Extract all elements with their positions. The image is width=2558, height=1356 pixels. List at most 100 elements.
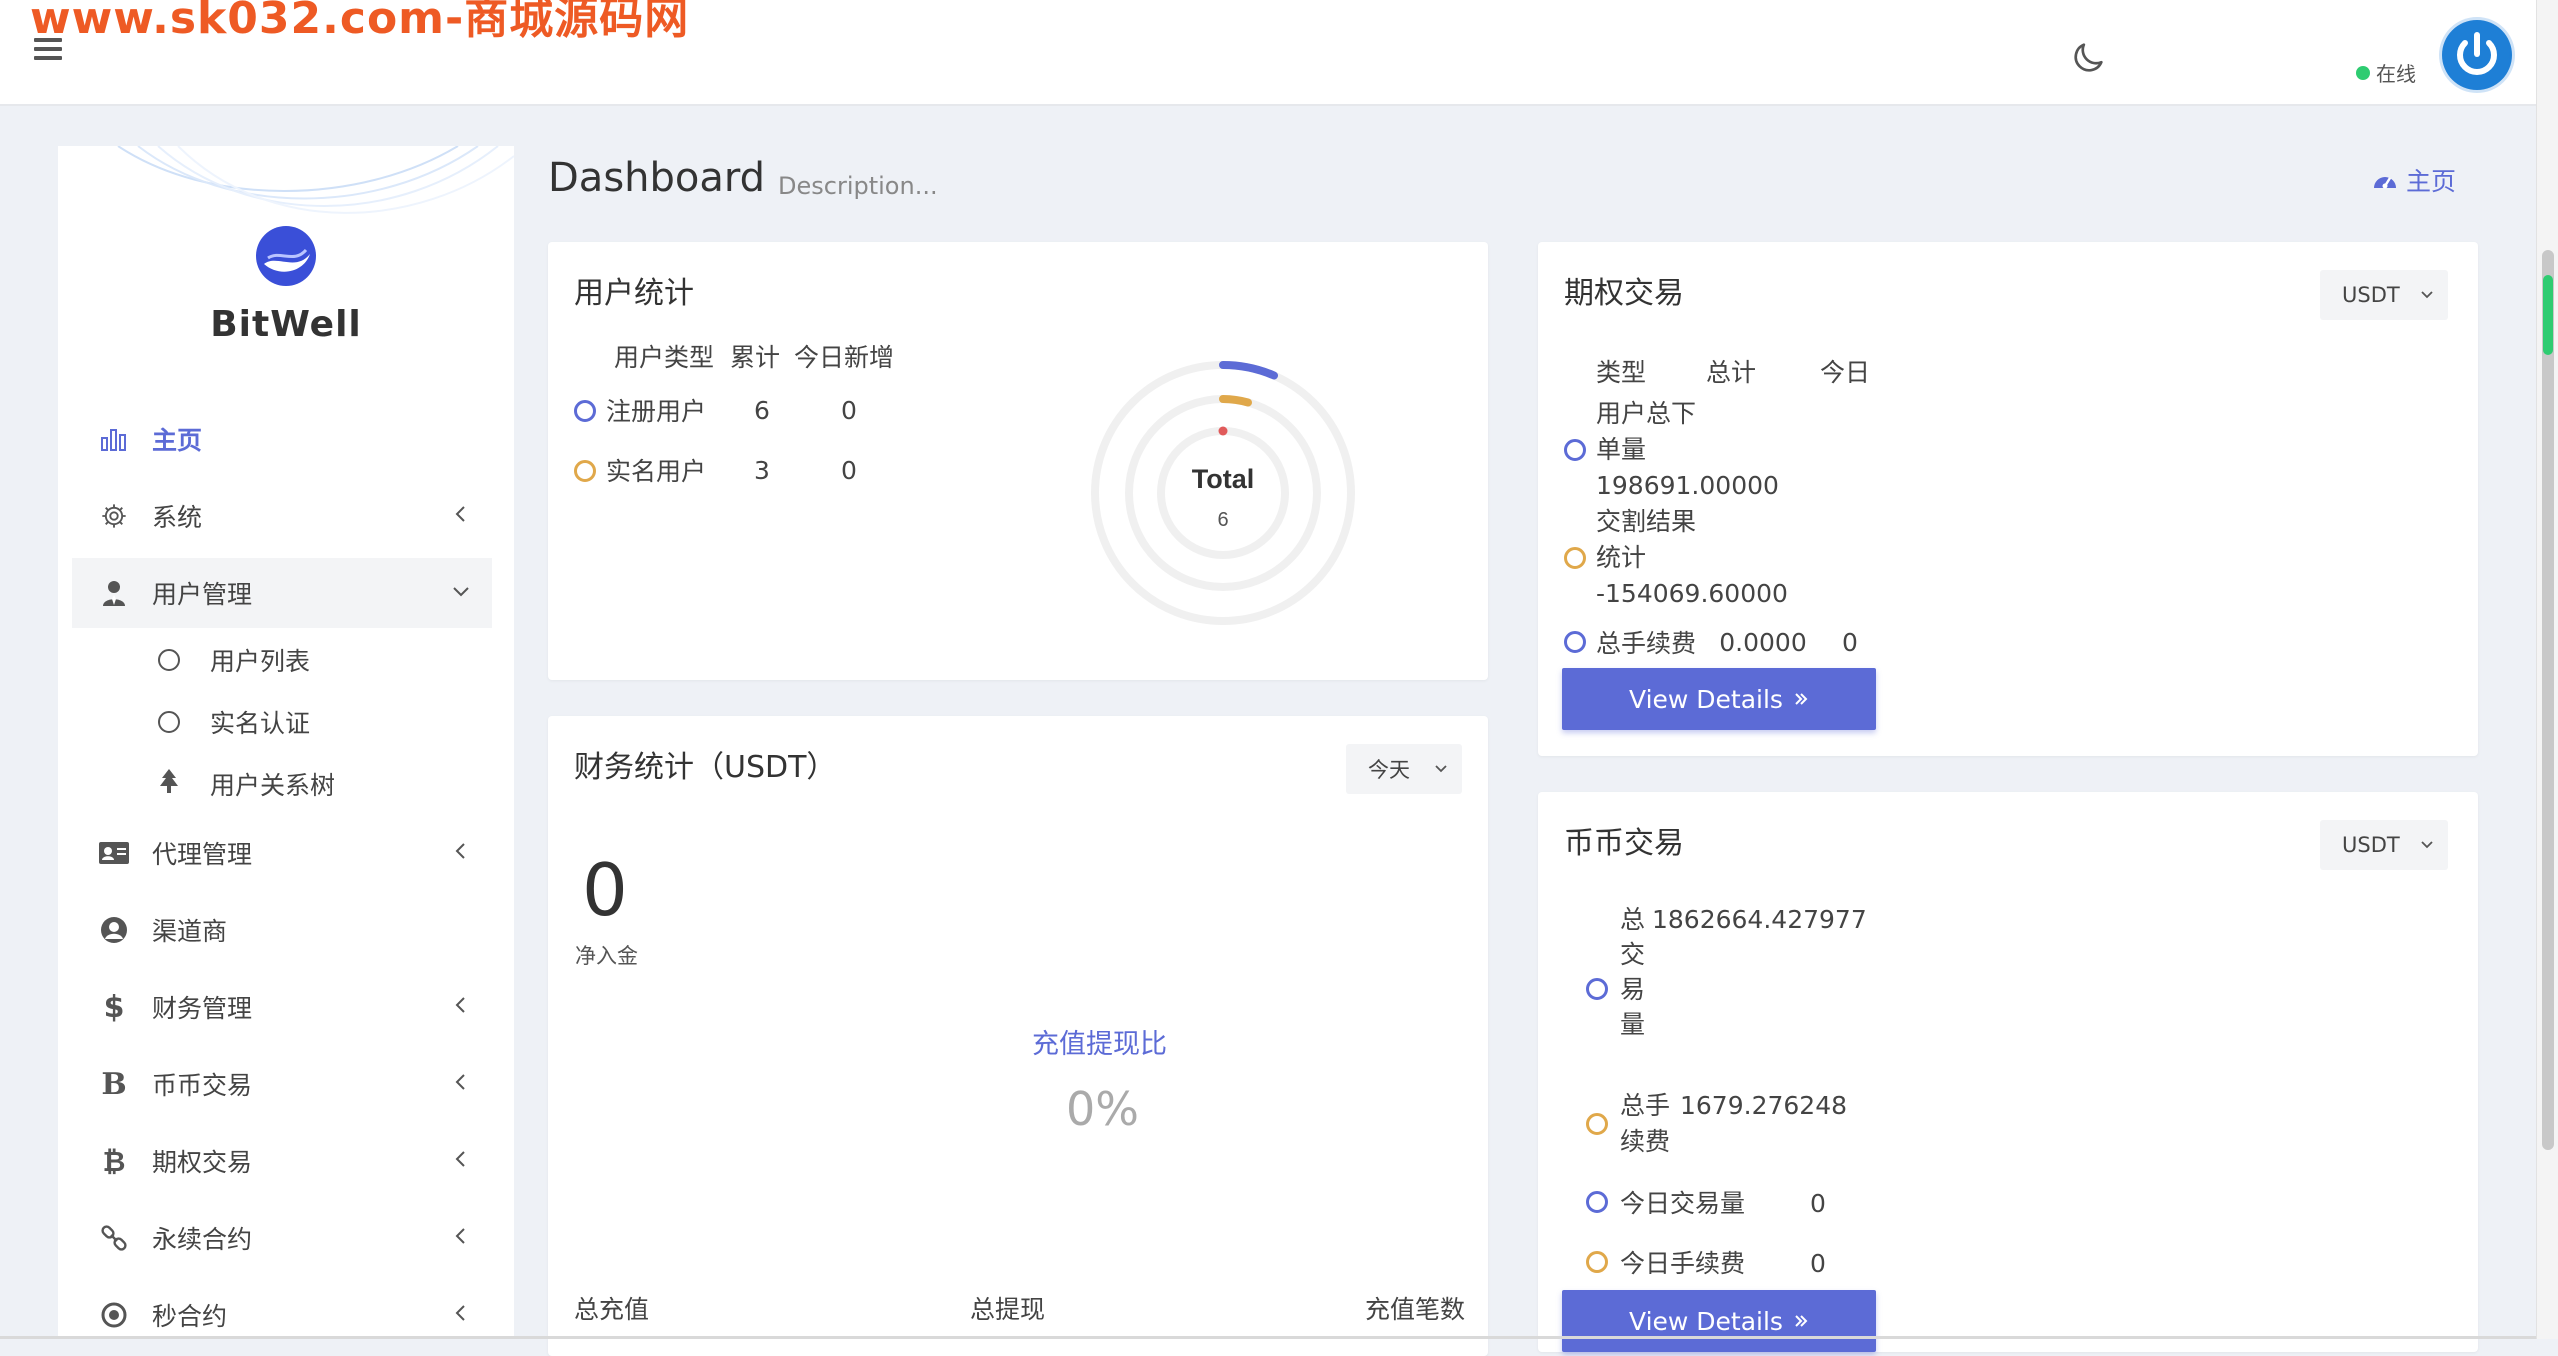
sidebar-item-finance[interactable]: $ 财务管理 [72,972,492,1042]
currency-select[interactable]: USDT [2320,820,2448,870]
sidebar-item-label: 代理管理 [152,840,253,869]
scrollbar-thumb[interactable] [2542,250,2554,1150]
letter-b-icon: B [101,1066,127,1102]
net-deposit-label: 净入金 [575,944,638,968]
bar-chart-icon [98,423,130,455]
type-cell: 总手续费 [1596,629,1697,658]
table-row: 注册用户 6 0 [574,380,904,440]
chevron-down-icon [2421,291,2433,299]
sidebar-item-label: 系统 [152,503,203,532]
column-header: 类型 [1596,358,1647,387]
breadcrumb[interactable]: 主页 [2372,162,2456,198]
chevron-down-icon [453,587,469,597]
chart-arc-registered [1219,360,1278,380]
online-status: 在线 [2356,58,2416,87]
online-status-label: 在线 [2376,62,2416,86]
top-navbar: www.sk032.com-商城源码网 在线 [0,0,2536,106]
user-stats-card: 用户统计 用户类型 累计 今日新增 注册用户 6 0 实名用户 3 0 Tota… [548,242,1488,680]
legend-ring-icon [1586,977,1608,1000]
user-circle-icon [98,914,130,946]
sidebar-item-options-trading[interactable]: ₿ 期权交易 [72,1126,492,1196]
circle-icon [158,711,180,733]
column-header: 今日新增 [794,343,895,372]
menu-toggle-icon[interactable] [34,38,62,60]
chevron-left-icon [455,997,465,1013]
sidebar-item-label: 渠道商 [152,917,228,946]
currency-select[interactable]: USDT [2320,270,2448,320]
legend-ring-icon [1586,1190,1608,1213]
spot-view-details-button[interactable]: View Details [1562,1290,1876,1352]
legend-ring-icon [574,400,596,422]
sidebar-item-label: 主页 [152,426,203,455]
chevron-left-icon [455,1228,465,1244]
dark-mode-moon-icon[interactable] [2068,38,2108,78]
finance-stats-card: 财务统计（USDT） 今天 [548,716,1488,1356]
total-cell: 0 [1810,1249,1826,1278]
page-description: Description... [778,172,938,200]
gear-icon [98,500,130,532]
deposit-withdraw-ratio-label: 充值提现比 [1032,1029,1167,1060]
total-cell: 3 [754,455,770,485]
legend-ring-icon [1564,546,1586,569]
button-label: View Details [1629,1306,1783,1336]
sidebar-item-spot-trading[interactable]: B 币币交易 [72,1049,492,1119]
sidebar-subitem-user-list[interactable]: 用户列表 [158,632,310,688]
chevron-left-icon [455,1151,465,1167]
watermark-text: www.sk032.com-商城源码网 [30,0,690,44]
brand-logo-icon [256,226,316,286]
double-chevron-right-icon [1795,693,1808,705]
sidebar-item-label: 永续合约 [152,1225,253,1254]
options-view-details-button[interactable]: View Details [1562,668,1876,730]
chevron-left-icon [455,1074,465,1090]
table-row: 总交易量 1862664.427977 [1586,902,1867,1076]
currency-select-value: USDT [2342,833,2400,857]
today-cell: 0 [841,395,857,425]
sidebar-item-perpetual[interactable]: 永续合约 [72,1203,492,1273]
options-table: 类型 总计 今日 用户总下单量 198691.00000 交割结果统计 -15406… [1564,346,1880,672]
legend-ring-icon [1586,1250,1608,1273]
spot-trading-card: 币币交易 USDT 总交易量 1862664.427977 总手续费 1679.2… [1538,792,2478,1352]
net-deposit-value: 0 [582,848,628,932]
total-cell: -154069.60000 [1596,579,1788,608]
sidebar-item-agent[interactable]: 代理管理 [72,818,492,888]
circle-icon [158,649,180,671]
legend-ring-icon [1564,630,1586,653]
breadcrumb-home-link[interactable]: 主页 [2406,162,2456,198]
total-cell: 6 [754,395,770,425]
column-header: 总计 [1706,358,1757,387]
sidebar-item-channel[interactable]: 渠道商 [72,895,492,965]
sidebar-subitem-user-tree[interactable]: 用户关系树 [158,756,335,812]
sidebar-item-user-management[interactable]: 用户管理 [72,558,492,628]
total-withdraw-label: 总提现 [970,1295,1046,1324]
spot-table: 总交易量 1862664.427977 总手续费 1679.276248 今日交易… [1586,902,1867,1292]
sidebar: BitWell 主页 系统 用户管理 用户列表 实名认证 用户关系树 代理管理 … [58,146,514,1339]
total-cell: 198691.00000 [1596,471,1779,500]
chevron-left-icon [455,843,465,859]
chevron-down-icon [2421,841,2433,849]
sidebar-item-second-contract[interactable]: 秒合约 [72,1280,492,1339]
type-cell: 总交易量 [1620,905,1646,1039]
sidebar-item-home[interactable]: 主页 [72,404,492,474]
deposit-count-label: 充值笔数 [1365,1295,1466,1324]
total-cell: 0 [1810,1189,1826,1218]
sidebar-subitem-label: 用户关系树 [210,771,336,800]
table-row: 实名用户 3 0 [574,440,904,500]
dot-circle-icon [98,1299,130,1331]
currency-select-value: USDT [2342,283,2400,307]
id-card-icon [98,837,130,869]
today-cell: 0 [1842,627,1858,657]
dashboard-gauge-icon [2374,177,2396,189]
total-cell: 1862664.427977 [1652,905,1867,934]
sidebar-item-label: 期权交易 [152,1148,253,1177]
table-row: 用户总下单量 198691.00000 [1564,396,1880,504]
period-select[interactable]: 今天 [1346,744,1462,794]
sidebar-subitem-kyc[interactable]: 实名认证 [158,694,310,750]
scroll-indicator [2543,275,2553,355]
user-avatar[interactable] [2442,20,2512,90]
chart-dot [1218,426,1228,436]
sidebar-item-system[interactable]: 系统 [72,481,492,551]
legend-ring-icon [1586,1112,1608,1135]
bitcoin-icon: ₿ [102,1144,126,1178]
type-cell: 今日手续费 [1620,1249,1746,1278]
page-scrollbar[interactable] [2536,0,2558,1339]
